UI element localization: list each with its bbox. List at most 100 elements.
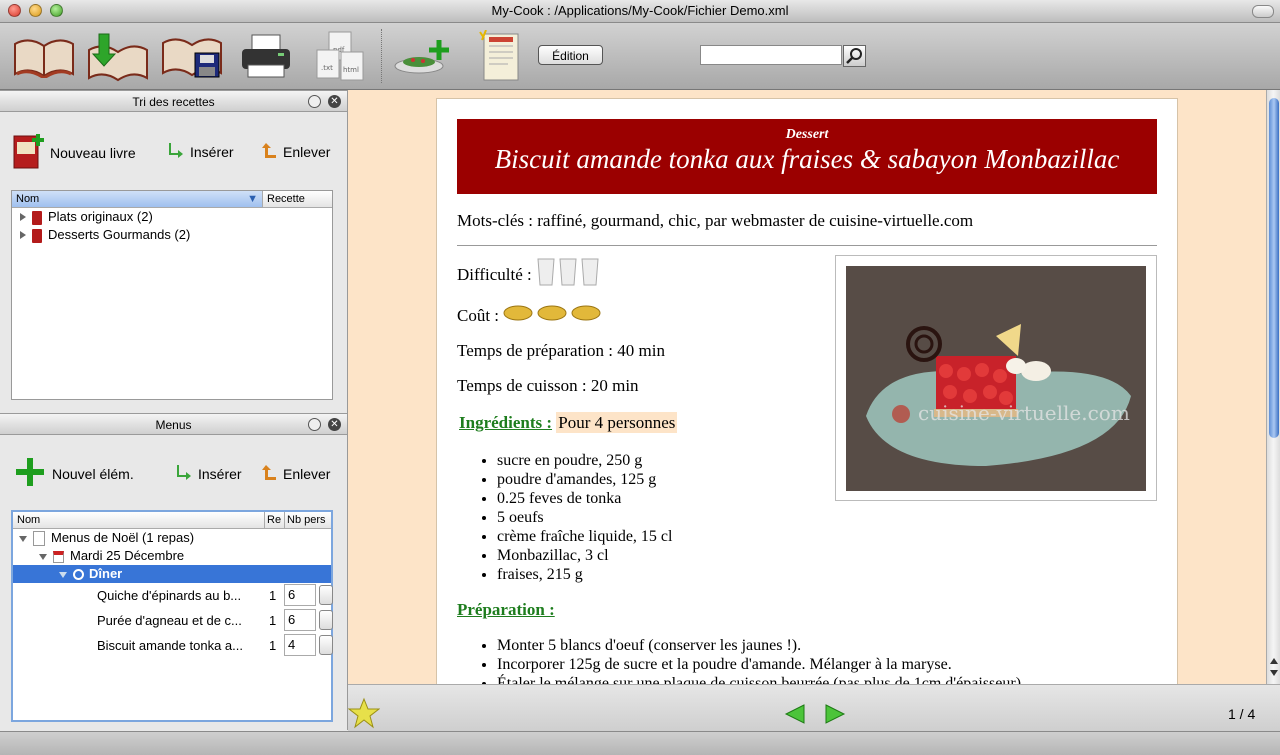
recipe-title: Biscuit amande tonka aux fraises & sabay… xyxy=(494,144,1120,174)
toolbar: pdf.txthtml Édition xyxy=(0,23,1280,90)
ingredients-heading: Ingrédients : Pour 4 personnes xyxy=(459,412,678,433)
menus-panel-header: Menus ✕ xyxy=(0,413,347,435)
column-nb-pers[interactable]: Nb pers xyxy=(285,512,331,528)
new-book-button[interactable]: Nouveau livre xyxy=(12,132,136,173)
orange-arrow-icon xyxy=(261,142,277,161)
svg-text:.txt: .txt xyxy=(321,64,333,72)
cost-coins-icon xyxy=(503,303,605,328)
disclosure-triangle-icon[interactable] xyxy=(19,535,27,542)
green-arrow-icon xyxy=(168,142,184,161)
recipe-photo: cuisine-virtuelle.com xyxy=(846,266,1146,491)
prep-time: Temps de préparation : 40 min xyxy=(457,341,665,360)
insert-button[interactable]: Insérer xyxy=(168,142,234,161)
import-book-icon[interactable] xyxy=(86,29,150,83)
calendar-icon xyxy=(53,550,64,563)
book-icon xyxy=(32,228,42,243)
edition-button[interactable]: Édition xyxy=(538,45,603,65)
recipe-view: Dessert Biscuit amande tonka aux fraises… xyxy=(348,90,1266,684)
search-input[interactable] xyxy=(700,45,842,65)
recipe-card-icon[interactable] xyxy=(468,29,532,83)
disclosure-triangle-icon[interactable] xyxy=(20,231,26,239)
previous-arrow-icon[interactable] xyxy=(784,703,806,728)
menus-insert-button[interactable]: Insérer xyxy=(176,464,242,483)
tree-row-selected[interactable]: Dîner xyxy=(13,565,331,583)
export-formats-icon[interactable]: pdf.txthtml xyxy=(308,29,372,83)
insert-label: Insérer xyxy=(198,465,242,482)
orange-arrow-icon xyxy=(261,464,277,483)
window-zoom-button[interactable] xyxy=(50,4,63,17)
tree-row[interactable]: Mardi 25 Décembre xyxy=(13,547,331,565)
menus-remove-button[interactable]: Enlever xyxy=(261,464,330,483)
restore-icon[interactable] xyxy=(308,418,321,431)
disclosure-triangle-icon[interactable] xyxy=(59,571,67,578)
ingredient-item: fraises, 215 g xyxy=(497,565,672,584)
remove-button[interactable]: Enlever xyxy=(261,142,330,161)
step-item: Monter 5 blancs d'oeuf (conserver les ja… xyxy=(497,636,1025,655)
dish-row[interactable]: Biscuit amande tonka a... 1 4 xyxy=(13,633,333,658)
ingredient-item: sucre en poudre, 250 g xyxy=(497,451,672,470)
servings-stepper[interactable] xyxy=(319,635,333,655)
column-recette[interactable]: Recette xyxy=(263,191,332,207)
recipe-page: Dessert Biscuit amande tonka aux fraises… xyxy=(436,98,1178,684)
column-nom[interactable]: Nom ▼ xyxy=(12,191,263,207)
column-re[interactable]: Re xyxy=(265,512,285,528)
menu-document-icon xyxy=(33,531,45,547)
add-recipe-dish-icon[interactable] xyxy=(392,29,456,83)
page-counter: 1 / 4 xyxy=(1228,706,1256,722)
scroll-up-arrow-icon[interactable] xyxy=(1270,658,1278,664)
disclosure-triangle-icon[interactable] xyxy=(20,213,26,221)
plate-icon xyxy=(73,569,84,581)
preparation-steps: Monter 5 blancs d'oeuf (conserver les ja… xyxy=(457,636,1025,684)
svg-text:html: html xyxy=(343,66,359,74)
dish-row[interactable]: Quiche d'épinards au b... 1 6 xyxy=(13,583,333,608)
vertical-scrollbar[interactable] xyxy=(1266,90,1280,684)
servings-field[interactable]: 6 xyxy=(284,609,316,631)
toolbar-toggle-button[interactable] xyxy=(1252,5,1274,18)
menus-tree[interactable]: Nom Re Nb pers Menus de Noël (1 repas) M… xyxy=(11,510,333,722)
recipe-photo-frame: cuisine-virtuelle.com xyxy=(835,255,1157,501)
tree-row[interactable]: Plats originaux (2) xyxy=(12,208,332,226)
recipes-panel-title: Tri des recettes xyxy=(132,95,215,109)
recipe-banner: Dessert Biscuit amande tonka aux fraises… xyxy=(457,119,1157,194)
search-button[interactable] xyxy=(843,45,866,67)
difficulty-glasses-icon xyxy=(536,257,602,292)
servings-stepper[interactable] xyxy=(319,585,333,605)
new-item-button[interactable]: Nouvel élém. xyxy=(14,456,134,491)
scrollbar-thumb[interactable] xyxy=(1269,98,1279,438)
window-titlebar: My-Cook : /Applications/My-Cook/Fichier … xyxy=(0,0,1280,23)
dish-row[interactable]: Purée d'agneau et de c... 1 6 xyxy=(13,608,333,633)
difficulty-row: Difficulté : xyxy=(457,257,602,292)
save-book-icon[interactable] xyxy=(160,29,224,83)
green-arrow-icon xyxy=(176,464,192,483)
remove-label: Enlever xyxy=(283,143,331,160)
column-nom[interactable]: Nom xyxy=(13,512,265,528)
recipes-tree[interactable]: Nom ▼ Recette Plats originaux (2) Dessert… xyxy=(11,190,333,400)
open-book-icon[interactable] xyxy=(12,29,76,83)
servings-field[interactable]: 4 xyxy=(284,634,316,656)
close-icon[interactable]: ✕ xyxy=(328,418,341,431)
new-book-label: Nouveau livre xyxy=(50,144,136,161)
book-icon xyxy=(32,210,42,225)
printer-icon[interactable] xyxy=(234,29,298,83)
restore-icon[interactable] xyxy=(308,95,321,108)
ingredient-item: 0.25 feves de tonka xyxy=(497,489,672,508)
disclosure-triangle-icon[interactable] xyxy=(39,553,47,560)
tree-row[interactable]: Menus de Noël (1 repas) xyxy=(13,529,331,547)
ingredients-list: sucre en poudre, 250 g poudre d'amandes,… xyxy=(457,451,672,584)
next-arrow-icon[interactable] xyxy=(824,703,846,728)
divider xyxy=(457,245,1157,246)
close-icon[interactable]: ✕ xyxy=(328,95,341,108)
servings-stepper[interactable] xyxy=(319,610,333,630)
recipe-book-icon xyxy=(12,132,44,173)
remove-label: Enlever xyxy=(283,465,331,482)
menus-panel-title: Menus xyxy=(155,418,192,432)
window-close-button[interactable] xyxy=(8,4,21,17)
window-minimize-button[interactable] xyxy=(29,4,42,17)
scroll-down-arrow-icon[interactable] xyxy=(1270,670,1278,676)
cost-row: Coût : xyxy=(457,303,605,328)
favorite-star-icon[interactable] xyxy=(347,697,381,732)
insert-label: Insérer xyxy=(190,143,234,160)
ingredient-item: poudre d'amandes, 125 g xyxy=(497,470,672,489)
tree-row[interactable]: Desserts Gourmands (2) xyxy=(12,226,332,244)
servings-field[interactable]: 6 xyxy=(284,584,316,606)
